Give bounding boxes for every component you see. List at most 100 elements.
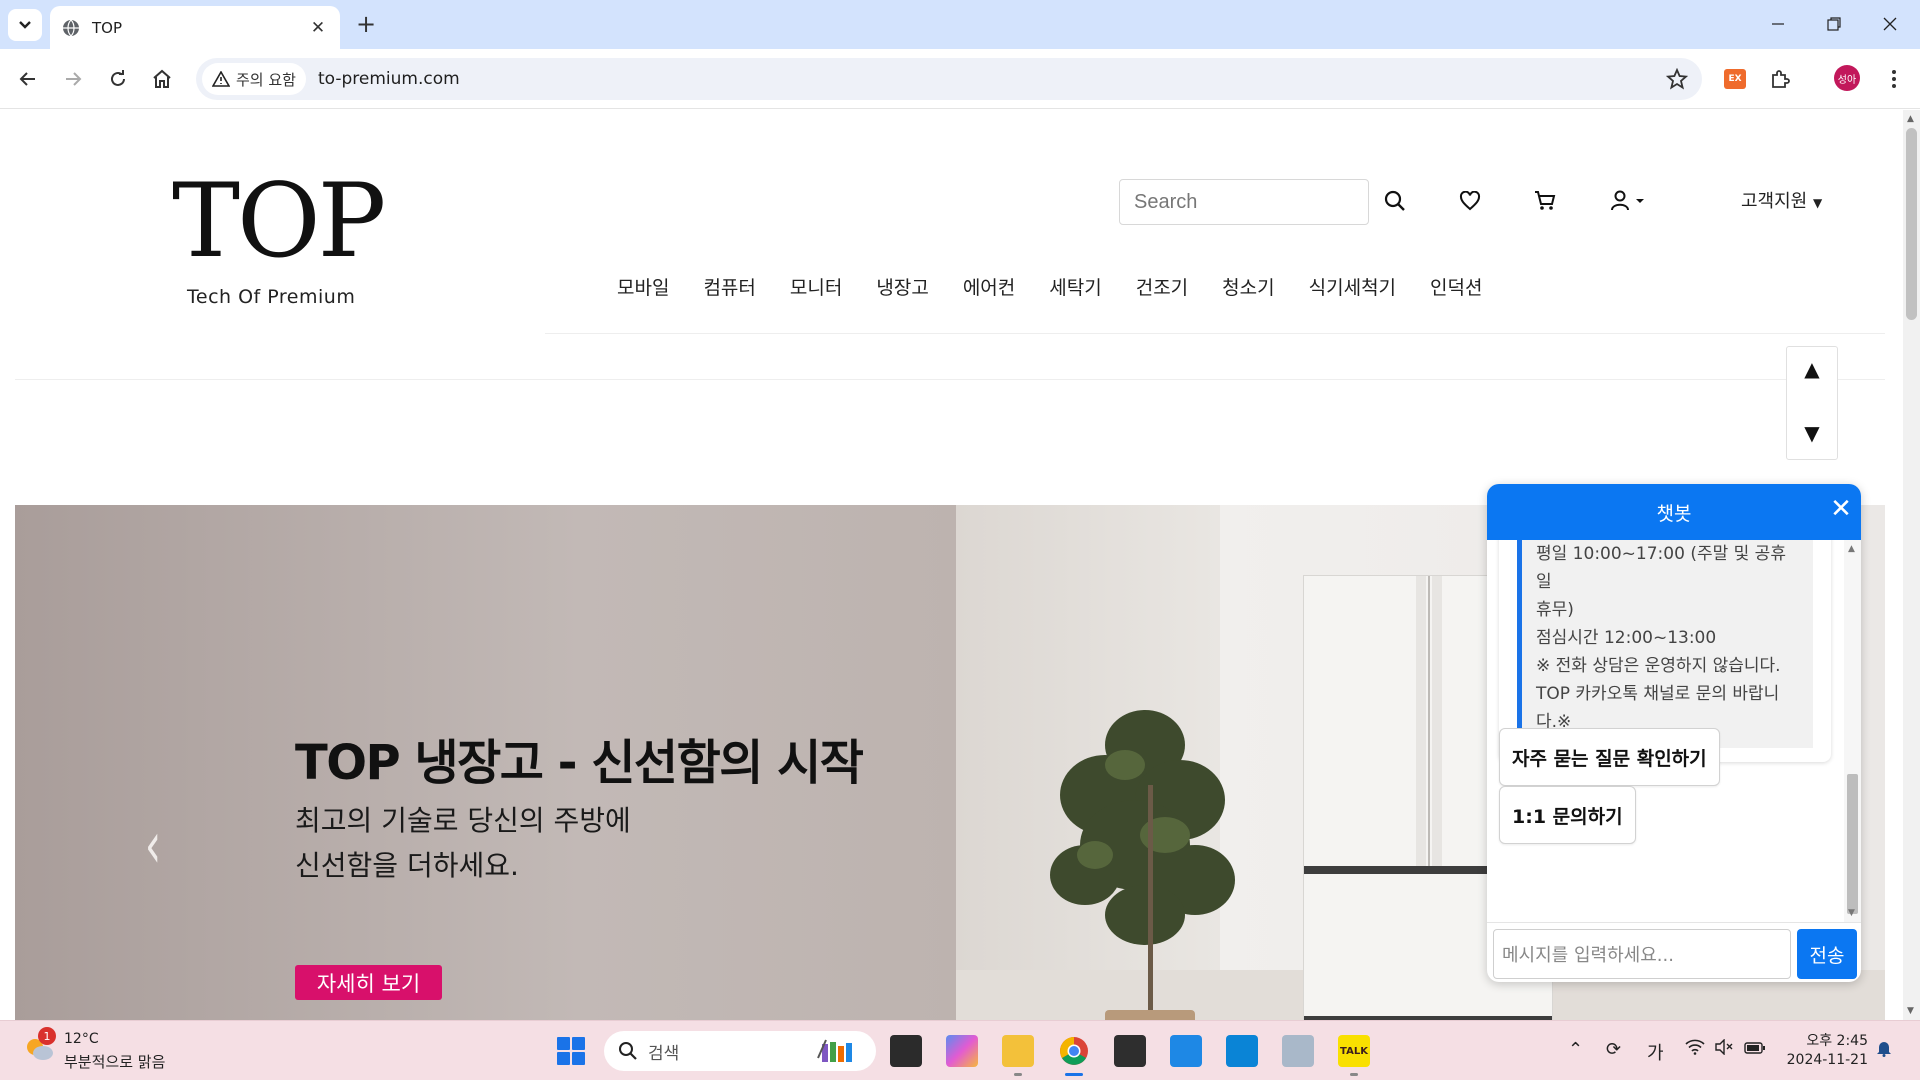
message-line: 점심시간 12:00~13:00	[1536, 628, 1717, 648]
site-search-input[interactable]: Search	[1119, 179, 1369, 225]
nav-item-monitor[interactable]: 모니터	[773, 273, 859, 300]
minimize-icon	[1772, 23, 1784, 25]
faq-button[interactable]: 자주 묻는 질문 확인하기	[1499, 728, 1720, 786]
nav-item-washer[interactable]: 세탁기	[1032, 273, 1118, 300]
speaker-muted-icon[interactable]	[1714, 1038, 1734, 1060]
plant-pot	[1105, 1010, 1195, 1020]
fridge-handle-right	[1432, 576, 1442, 866]
ime-indicator[interactable]: 가	[1647, 1039, 1664, 1065]
network-drive-icon[interactable]	[1282, 1035, 1314, 1067]
nav-item-computer[interactable]: 컴퓨터	[686, 273, 772, 300]
main-category-nav: 모바일 컴퓨터 모니터 냉장고 에어컨 세탁기 건조기 청소기 식기세척기 인덕…	[600, 273, 1499, 300]
clock-date[interactable]: 2024-11-21	[1780, 1052, 1868, 1068]
kakaotalk-icon[interactable]: TALK	[1338, 1035, 1370, 1067]
clock-time[interactable]: 오후 2:45	[1798, 1030, 1868, 1050]
view-details-button[interactable]: 자세히 보기	[295, 965, 442, 1000]
cart-icon[interactable]	[1530, 186, 1560, 216]
nav-item-air-conditioner[interactable]: 에어컨	[946, 273, 1032, 300]
back-button[interactable]	[12, 63, 44, 95]
show-hidden-icons-chevron-icon[interactable]: ⌃	[1568, 1039, 1583, 1060]
weather-description[interactable]: 부분적으로 맑음	[64, 1051, 165, 1072]
scroll-up-arrow-icon[interactable]: ▲	[1848, 544, 1855, 554]
customer-support-menu[interactable]: 고객지원 ▼	[1741, 187, 1822, 213]
browser-tab[interactable]: TOP ✕	[50, 6, 340, 49]
puzzle-icon	[1772, 70, 1790, 88]
forward-button[interactable]	[57, 63, 89, 95]
tab-search-button[interactable]	[8, 9, 42, 41]
browser-menu-button[interactable]	[1878, 63, 1910, 95]
extension-ex-icon[interactable]: EX	[1724, 69, 1746, 89]
search-icon[interactable]	[1380, 186, 1410, 216]
file-explorer-icon[interactable]	[1002, 1035, 1034, 1067]
app-active-indicator	[1065, 1073, 1083, 1076]
reload-icon	[111, 70, 125, 86]
globe-icon	[63, 19, 79, 36]
extensions-button[interactable]	[1764, 63, 1796, 95]
page-scroll-thumb[interactable]	[1906, 128, 1917, 320]
chatbot-scrollbar[interactable]: ▲ ▼	[1844, 540, 1861, 922]
task-view-icon[interactable]	[890, 1035, 922, 1067]
chrome-icon[interactable]	[1058, 1035, 1090, 1067]
windows-logo-tile	[572, 1052, 585, 1065]
search-highlight-books-icon	[817, 1039, 852, 1062]
user-menu-icon[interactable]	[1605, 186, 1655, 216]
address-bar[interactable]: 주의 요함 to-premium.com	[196, 58, 1702, 100]
one-on-one-inquiry-button[interactable]: 1:1 문의하기	[1499, 786, 1636, 844]
web-page: TOP Tech Of Premium Search 고객지원 ▼ 모바일 컴퓨…	[0, 110, 1903, 1020]
weather-temperature[interactable]: 12°C	[64, 1031, 99, 1047]
tab-close-icon[interactable]: ✕	[308, 18, 328, 38]
chatbot-message-input[interactable]: 메시지를 입력하세요...	[1493, 929, 1791, 979]
chatbot-header: 챗봇 ✕	[1487, 484, 1861, 540]
tab-title: TOP	[92, 18, 123, 37]
start-button[interactable]	[557, 1037, 585, 1065]
sticky-notes-icon[interactable]	[1114, 1035, 1146, 1067]
chatbot-send-button[interactable]: 전송	[1797, 929, 1857, 979]
minimize-button[interactable]	[1758, 8, 1798, 40]
home-button[interactable]	[146, 63, 178, 95]
heart-icon[interactable]	[1455, 186, 1485, 216]
plant-trunk	[1148, 785, 1153, 1020]
caret-down-icon: ▼	[1812, 196, 1823, 210]
customer-support-label: 고객지원	[1741, 191, 1808, 212]
hero-subtitle-line-2: 신선함을 더하세요.	[295, 849, 519, 882]
close-window-button[interactable]	[1870, 8, 1910, 40]
notepad-icon[interactable]	[1170, 1035, 1202, 1067]
fridge-door-split	[1428, 576, 1430, 866]
scroll-down-arrow-icon[interactable]: ▼	[1848, 908, 1855, 918]
nav-item-dishwasher[interactable]: 식기세척기	[1292, 273, 1413, 300]
search-icon	[619, 1042, 637, 1060]
nav-item-dryer[interactable]: 건조기	[1119, 273, 1205, 300]
nav-item-vacuum[interactable]: 청소기	[1205, 273, 1291, 300]
security-warning-chip[interactable]: 주의 요함	[202, 63, 306, 95]
new-tab-button[interactable]: +	[352, 11, 380, 39]
page-scrollbar[interactable]: ▲ ▼	[1903, 110, 1920, 1020]
weather-notification-badge: 1	[38, 1027, 56, 1045]
bot-message-quote: 평일 10:00~17:00 (주말 및 공휴일 휴무) 점심시간 12:00~…	[1517, 540, 1813, 748]
nav-item-refrigerator[interactable]: 냉장고	[859, 273, 945, 300]
url-text[interactable]: to-premium.com	[318, 69, 460, 89]
scroll-bottom-button[interactable]: ▼	[1787, 421, 1837, 445]
taskbar-search[interactable]: 검색	[604, 1031, 876, 1071]
sync-icon[interactable]: ⟳	[1606, 1039, 1621, 1060]
copilot-icon[interactable]	[946, 1035, 978, 1067]
reload-button[interactable]	[102, 63, 134, 95]
bookmark-star-icon[interactable]	[1666, 68, 1688, 90]
profile-avatar[interactable]: 성아	[1834, 65, 1860, 91]
scroll-top-button[interactable]: ▲	[1787, 357, 1837, 381]
close-icon	[1883, 17, 1897, 31]
vscode-icon[interactable]	[1226, 1035, 1258, 1067]
carousel-prev-button[interactable]: ‹	[145, 809, 161, 883]
app-running-indicator	[1014, 1073, 1022, 1076]
hero-title: TOP 냉장고 - 신선함의 시작	[295, 735, 864, 791]
wifi-icon[interactable]	[1685, 1039, 1705, 1060]
site-logo[interactable]: TOP	[172, 170, 386, 274]
chatbot-close-button[interactable]: ✕	[1827, 496, 1855, 524]
battery-icon[interactable]	[1744, 1039, 1766, 1060]
notification-bell-icon[interactable]	[1876, 1039, 1892, 1062]
restore-button[interactable]	[1814, 8, 1854, 40]
nav-item-mobile[interactable]: 모바일	[600, 273, 686, 300]
scroll-down-arrow-icon[interactable]: ▼	[1907, 1006, 1914, 1016]
nav-item-induction[interactable]: 인덕션	[1413, 273, 1499, 300]
scroll-up-arrow-icon[interactable]: ▲	[1907, 114, 1914, 124]
chatbot-scroll-thumb[interactable]	[1847, 774, 1858, 914]
